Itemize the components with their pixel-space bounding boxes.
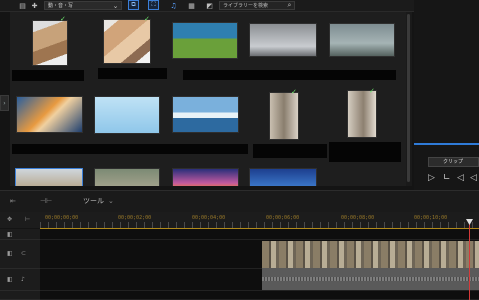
monitor-icon[interactable]: ◧ xyxy=(7,250,13,257)
music-note-icon[interactable]: ♫ xyxy=(169,1,178,10)
media-caption xyxy=(12,70,84,81)
media-thumb-balloons[interactable] xyxy=(172,22,238,59)
search-input[interactable]: ライブラリーを検索 xyxy=(219,1,295,10)
media-caption xyxy=(12,144,248,154)
audio-waveform xyxy=(262,277,479,281)
tool-dropdown[interactable]: ツール xyxy=(83,195,104,207)
monitor-icon[interactable]: ◧ xyxy=(7,276,13,283)
check-icon: ✓ xyxy=(291,88,297,96)
library-toolbar: ▤ ✚ 動・音・写 ⌄ ⧉ ⛶ ♫ ▦ ◩ ライブラリーを検索 ⌕ xyxy=(0,0,479,12)
media-caption xyxy=(183,70,396,80)
track-header-audio: ◧ ♪ xyxy=(0,269,40,291)
track-header-clip: ◧ ⊂ xyxy=(0,240,40,269)
view-storyboard-button[interactable]: ⧉ xyxy=(128,0,139,10)
track-add-icon[interactable]: ✥ xyxy=(7,216,12,223)
media-thumb-sunset-sky[interactable] xyxy=(172,168,239,186)
media-thumb-blue-sky[interactable] xyxy=(249,168,317,186)
timeline-ruler[interactable]: ✥ ⊢ 00;00;00;00 00;00;02;00 00;00;04;00 … xyxy=(0,212,479,228)
preview-progress xyxy=(414,143,479,145)
split-icon[interactable]: ⊣⊢ xyxy=(40,195,52,207)
track-lane-1[interactable] xyxy=(40,229,479,240)
view-image-button[interactable]: ⛶ xyxy=(148,0,159,10)
media-thumb-bmx-rider[interactable] xyxy=(249,23,317,57)
grid-view-icon[interactable]: ▦ xyxy=(187,1,196,10)
track-lane-4[interactable] xyxy=(40,291,479,300)
timeline-audio-clip[interactable] xyxy=(262,268,479,290)
media-thumb-motocross[interactable] xyxy=(329,23,395,57)
tool-label: ツール xyxy=(83,197,104,205)
media-thumb-surfer-sunset[interactable] xyxy=(16,96,83,133)
media-thumb-person-2[interactable] xyxy=(347,90,377,138)
link-icon[interactable]: ⊂ xyxy=(21,250,26,257)
media-thumb-skydivers[interactable] xyxy=(94,96,160,134)
track-icon[interactable]: ◧ xyxy=(7,231,13,238)
bracket-icon[interactable]: ∟ xyxy=(443,173,451,183)
media-thumb-puppy-1[interactable] xyxy=(32,20,68,66)
check-icon: ✓ xyxy=(144,15,150,23)
search-placeholder: ライブラリーを検索 xyxy=(223,3,269,9)
frame-icon[interactable]: ◩ xyxy=(205,1,214,10)
check-icon: ✓ xyxy=(369,87,375,95)
timecode: 00;00;08;00 xyxy=(341,215,375,221)
media-caption xyxy=(329,142,401,162)
rewind-icon[interactable]: ◁ xyxy=(470,173,477,183)
undo-icon[interactable]: ⇤ xyxy=(10,195,16,207)
chevron-down-icon[interactable]: ⌄ xyxy=(108,195,114,207)
library-collapse-handle[interactable]: › xyxy=(0,95,9,111)
timecode: 00;00;06;00 xyxy=(266,215,300,221)
track-header-extra xyxy=(0,291,40,300)
media-thumb-sea-horizon[interactable] xyxy=(172,96,239,133)
check-icon: ✓ xyxy=(60,15,66,23)
library-scrollbar[interactable] xyxy=(406,12,412,186)
track-header-video: ◧ xyxy=(0,229,40,240)
step-back-icon[interactable]: ◁ xyxy=(457,173,464,183)
search-icon[interactable]: ⌕ xyxy=(285,1,294,10)
folder-icon[interactable]: ▤ xyxy=(18,1,27,10)
media-thumb-person-1[interactable] xyxy=(269,92,299,140)
clip-mode-label: クリップ xyxy=(443,159,464,165)
media-thumb-cat[interactable] xyxy=(15,168,83,186)
media-thumb-puppies-2[interactable] xyxy=(103,19,151,64)
media-caption xyxy=(98,68,167,79)
timeline-toolbar: ⇤ ⊣⊢ ツール ⌄ xyxy=(0,190,479,212)
track-link-icon[interactable]: ⊢ xyxy=(25,216,30,223)
timecode: 00;00;02;00 xyxy=(118,215,152,221)
plugin-icon[interactable]: ✚ xyxy=(30,1,39,10)
media-filter-label: 動・音・写 xyxy=(48,3,74,9)
play-icon[interactable]: ▷ xyxy=(428,173,435,183)
media-thumb-crowd[interactable] xyxy=(94,168,160,186)
chevron-down-icon[interactable]: ⌄ xyxy=(111,1,120,10)
timecode: 00;00;00;00 xyxy=(45,215,79,221)
clip-mode-button[interactable]: クリップ xyxy=(428,157,479,167)
scrollbar-thumb[interactable] xyxy=(407,14,410,182)
playhead[interactable] xyxy=(469,219,470,300)
media-library-grid: ✓ ✓ ✓ ✓ xyxy=(10,12,406,186)
timecode: 00;00;10;00 xyxy=(414,215,448,221)
audio-icon[interactable]: ♪ xyxy=(21,276,25,283)
timeline-video-clip[interactable] xyxy=(262,241,479,268)
media-caption xyxy=(253,144,327,158)
timecode: 00;00;04;00 xyxy=(192,215,226,221)
